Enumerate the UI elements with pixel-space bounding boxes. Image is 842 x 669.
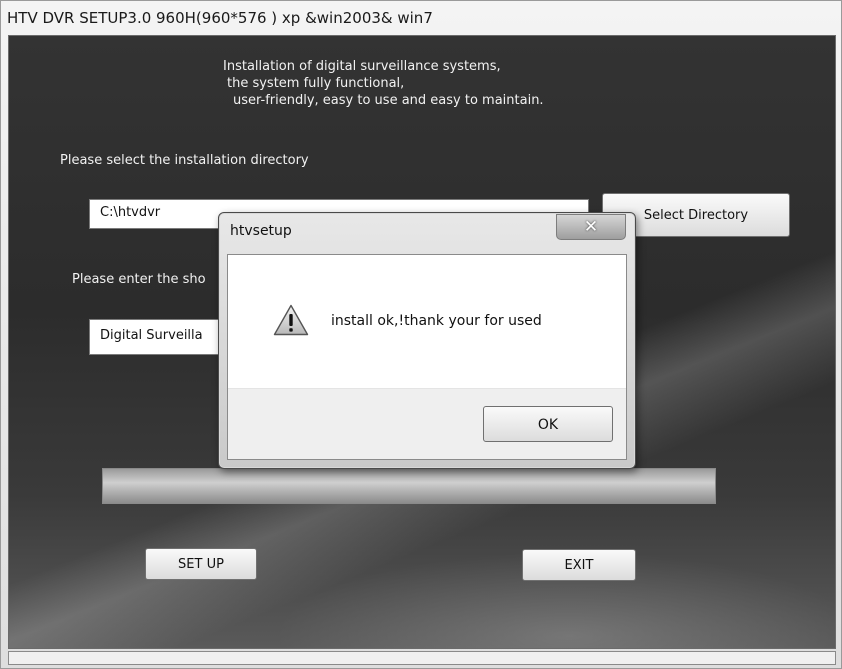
shortcut-label: Please enter the sho xyxy=(72,272,206,287)
dialog-message: install ok,!thank your for used xyxy=(331,313,542,329)
intro-line-1: Installation of digital surveillance sys… xyxy=(223,59,501,74)
close-icon[interactable]: ✕ xyxy=(556,214,626,240)
installer-window: HTV DVR SETUP3.0 960H(960*576 ) xp &win2… xyxy=(0,0,842,669)
exit-button[interactable]: EXIT xyxy=(522,549,636,581)
intro-line-3: user-friendly, easy to use and easy to m… xyxy=(233,93,544,108)
install-progress-bar xyxy=(102,468,716,504)
directory-label: Please select the installation directory xyxy=(60,153,309,168)
dialog-body: install ok,!thank your for used OK xyxy=(227,254,627,460)
intro-line-2: the system fully functional, xyxy=(227,76,405,91)
setup-button[interactable]: SET UP xyxy=(145,548,257,580)
warning-icon xyxy=(273,304,309,336)
ok-button[interactable]: OK xyxy=(483,406,613,442)
intro-text: Installation of digital surveillance sys… xyxy=(223,58,643,109)
message-dialog: htvsetup ✕ install ok,!thank your for us… xyxy=(218,212,636,469)
status-strip xyxy=(8,651,836,665)
dialog-title: htvsetup xyxy=(230,223,292,239)
window-title: HTV DVR SETUP3.0 960H(960*576 ) xp &win2… xyxy=(7,9,433,27)
